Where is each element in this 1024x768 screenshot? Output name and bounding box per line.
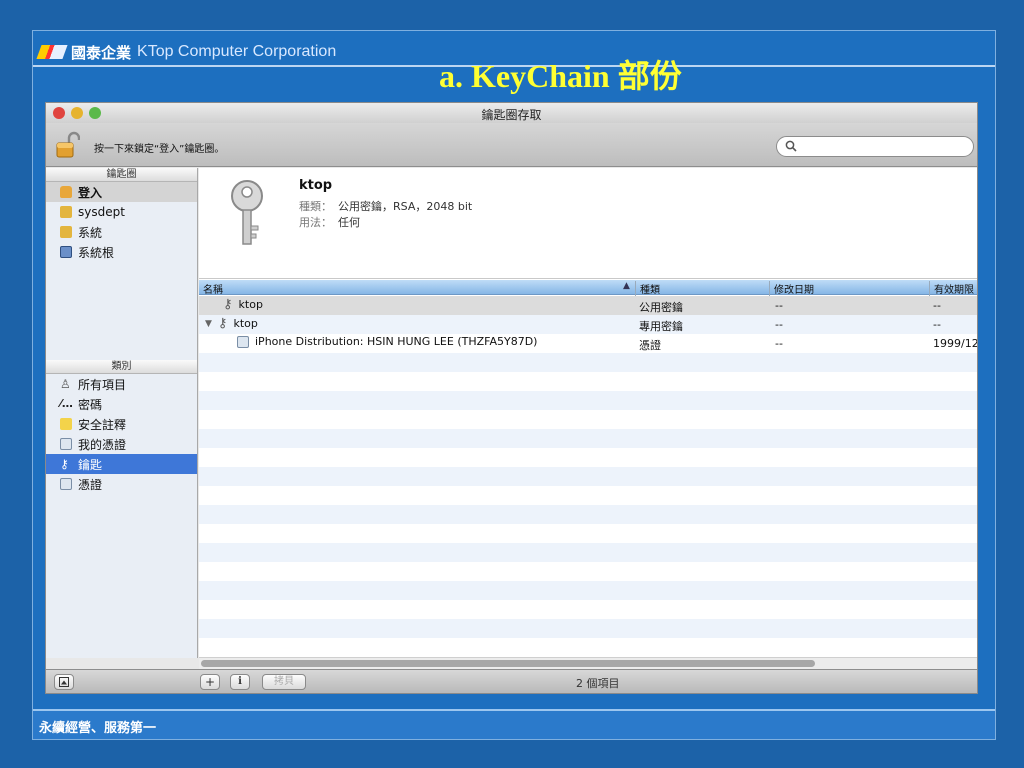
horizontal-scrollbar[interactable]	[199, 657, 977, 669]
key-icon: ⚷	[60, 457, 69, 471]
sidebar-item-all-items[interactable]: ♙ 所有項目	[46, 374, 197, 394]
password-icon: ⁄…	[60, 397, 73, 410]
lock-icon	[60, 206, 72, 218]
footer-motto: 永續經營、服務第一	[39, 721, 157, 736]
detail-kind-row: 種類： 公用密鑰，RSA，2048 bit	[299, 198, 472, 214]
slide-title: a. KeyChain 部份	[439, 58, 682, 94]
row-modified: --	[775, 299, 783, 312]
add-button[interactable]: +	[200, 674, 220, 690]
folder-icon	[60, 246, 72, 258]
sidebar-item-secure-notes[interactable]: 安全註釋	[46, 414, 197, 434]
sidebar-item-my-certificates[interactable]: 我的憑證	[46, 434, 197, 454]
lock-icon	[60, 226, 72, 238]
sidebar-item-sysdept[interactable]: sysdept	[46, 202, 197, 222]
lock-hint-text: 按一下來鎖定“登入”鑰匙圈。	[94, 144, 225, 155]
all-items-icon: ♙	[60, 377, 71, 391]
open-lock-icon	[60, 186, 72, 198]
brand: 國泰企業 KTop Computer Corporation	[36, 41, 337, 63]
row-modified: --	[775, 337, 783, 350]
detail-use-value: 任何	[338, 216, 360, 229]
row-name: ktop	[238, 298, 263, 311]
sidebar-item-passwords[interactable]: ⁄… 密碼	[46, 394, 197, 414]
main-pane: ktop 種類： 公用密鑰，RSA，2048 bit 用法： 任何 名稱 ▲ 種類 …	[199, 168, 977, 658]
sidebar-item-label: 系統	[78, 225, 103, 240]
note-icon	[60, 418, 72, 430]
column-header-name[interactable]: 名稱	[203, 281, 223, 296]
detail-kind-value: 公用密鑰，RSA，2048 bit	[338, 200, 473, 213]
key-icon: ⚷	[223, 297, 233, 312]
copy-button[interactable]: 拷貝	[262, 674, 306, 690]
sidebar-item-label: 密碼	[78, 397, 103, 412]
item-count: 2 個項目	[576, 677, 620, 690]
brand-logo-icon	[36, 45, 68, 59]
sidebar-item-label: 憑證	[78, 477, 103, 492]
unlocked-padlock-icon[interactable]	[56, 131, 80, 159]
sidebar-item-keys[interactable]: ⚷ 鑰匙	[46, 454, 197, 474]
detail-use-row: 用法： 任何	[299, 214, 360, 230]
sidebar-item-label: 登入	[78, 185, 103, 200]
brand-english-name: KTop Computer Corporation	[137, 43, 337, 60]
search-field[interactable]	[776, 136, 974, 157]
keychain-list-toggle-button[interactable]	[54, 674, 74, 690]
column-header-modified[interactable]: 修改日期	[769, 281, 814, 296]
row-kind: 專用密鑰	[639, 320, 683, 333]
cert-icon	[60, 478, 72, 490]
my-cert-icon	[60, 438, 72, 450]
row-name: ktop	[233, 317, 258, 330]
window-titlebar[interactable]: 鑰匙圈存取	[46, 103, 977, 123]
row-expires: 1999/12	[933, 337, 977, 350]
info-button[interactable]: i	[230, 674, 250, 690]
sidebar: 鑰匙圈 登入 sysdept 系統 系統根 類別 ♙ 所有項目 ⁄… 密碼 安全…	[46, 168, 198, 658]
row-expires: --	[933, 318, 941, 331]
sidebar-item-system[interactable]: 系統	[46, 222, 197, 242]
sort-ascending-icon[interactable]: ▲	[623, 281, 630, 291]
category-header: 類別	[46, 360, 197, 374]
cert-icon	[237, 335, 249, 348]
detail-kind-label: 種類：	[299, 200, 332, 213]
row-kind: 公用密鑰	[639, 301, 683, 314]
row-name: iPhone Distribution: HSIN HUNG LEE (THZF…	[255, 335, 538, 348]
bottom-bar: + i 拷貝 2 個項目	[46, 669, 977, 693]
slide-header: 國泰企業 KTop Computer Corporation a. KeyCha…	[33, 31, 995, 94]
column-header-kind[interactable]: 種類	[635, 281, 660, 296]
sidebar-item-login[interactable]: 登入	[46, 182, 197, 202]
scrollbar-thumb[interactable]	[201, 660, 815, 667]
slide-footer: 永續經營、服務第一	[33, 709, 995, 739]
sidebar-item-certificates[interactable]: 憑證	[46, 474, 197, 494]
disclosure-triangle-icon[interactable]: ▼	[205, 319, 212, 329]
sidebar-item-label: sysdept	[78, 205, 125, 219]
sidebar-item-system-roots[interactable]: 系統根	[46, 242, 197, 262]
category-section: 類別 ♙ 所有項目 ⁄… 密碼 安全註釋 我的憑證 ⚷ 鑰匙 憑證	[46, 360, 197, 494]
sidebar-item-label: 系統根	[78, 245, 115, 260]
sidebar-item-label: 鑰匙	[78, 457, 103, 472]
table-header: 名稱 ▲ 種類 修改日期 有效期限	[199, 280, 977, 296]
sidebar-item-label: 所有項目	[78, 377, 127, 392]
sidebar-item-label: 我的憑證	[78, 437, 127, 452]
keychains-header: 鑰匙圈	[46, 168, 197, 182]
sidebar-toggle-icon	[59, 677, 69, 687]
detail-use-label: 用法：	[299, 216, 332, 229]
keychain-window: 鑰匙圈存取 按一下來鎖定“登入”鑰匙圈。 鑰匙圈 登入 sysdept 系統 系…	[45, 102, 978, 694]
brand-chinese-name: 國泰企業	[71, 43, 132, 62]
sidebar-item-label: 安全註釋	[78, 417, 127, 432]
detail-name: ktop	[299, 178, 333, 193]
search-icon	[785, 140, 797, 152]
window-title: 鑰匙圈存取	[481, 108, 542, 122]
large-key-icon	[231, 180, 263, 245]
items-table: ⚷ ktop 公用密鑰 -- -- ▼ ⚷ ktop 專用密鑰 -- -- iP…	[199, 296, 977, 644]
key-icon: ⚷	[217, 316, 228, 331]
table-row[interactable]: ⚷ ktop 公用密鑰 -- --	[199, 296, 977, 315]
column-header-expires[interactable]: 有效期限	[929, 281, 974, 296]
table-row[interactable]: ▼ ⚷ ktop 專用密鑰 -- --	[199, 315, 977, 334]
toolbar: 按一下來鎖定“登入”鑰匙圈。	[46, 123, 977, 167]
row-modified: --	[775, 318, 783, 331]
row-kind: 憑證	[639, 339, 661, 352]
table-row[interactable]: iPhone Distribution: HSIN HUNG LEE (THZF…	[199, 334, 977, 353]
item-detail: ktop 種類： 公用密鑰，RSA，2048 bit 用法： 任何	[199, 168, 977, 279]
row-expires: --	[933, 299, 941, 312]
